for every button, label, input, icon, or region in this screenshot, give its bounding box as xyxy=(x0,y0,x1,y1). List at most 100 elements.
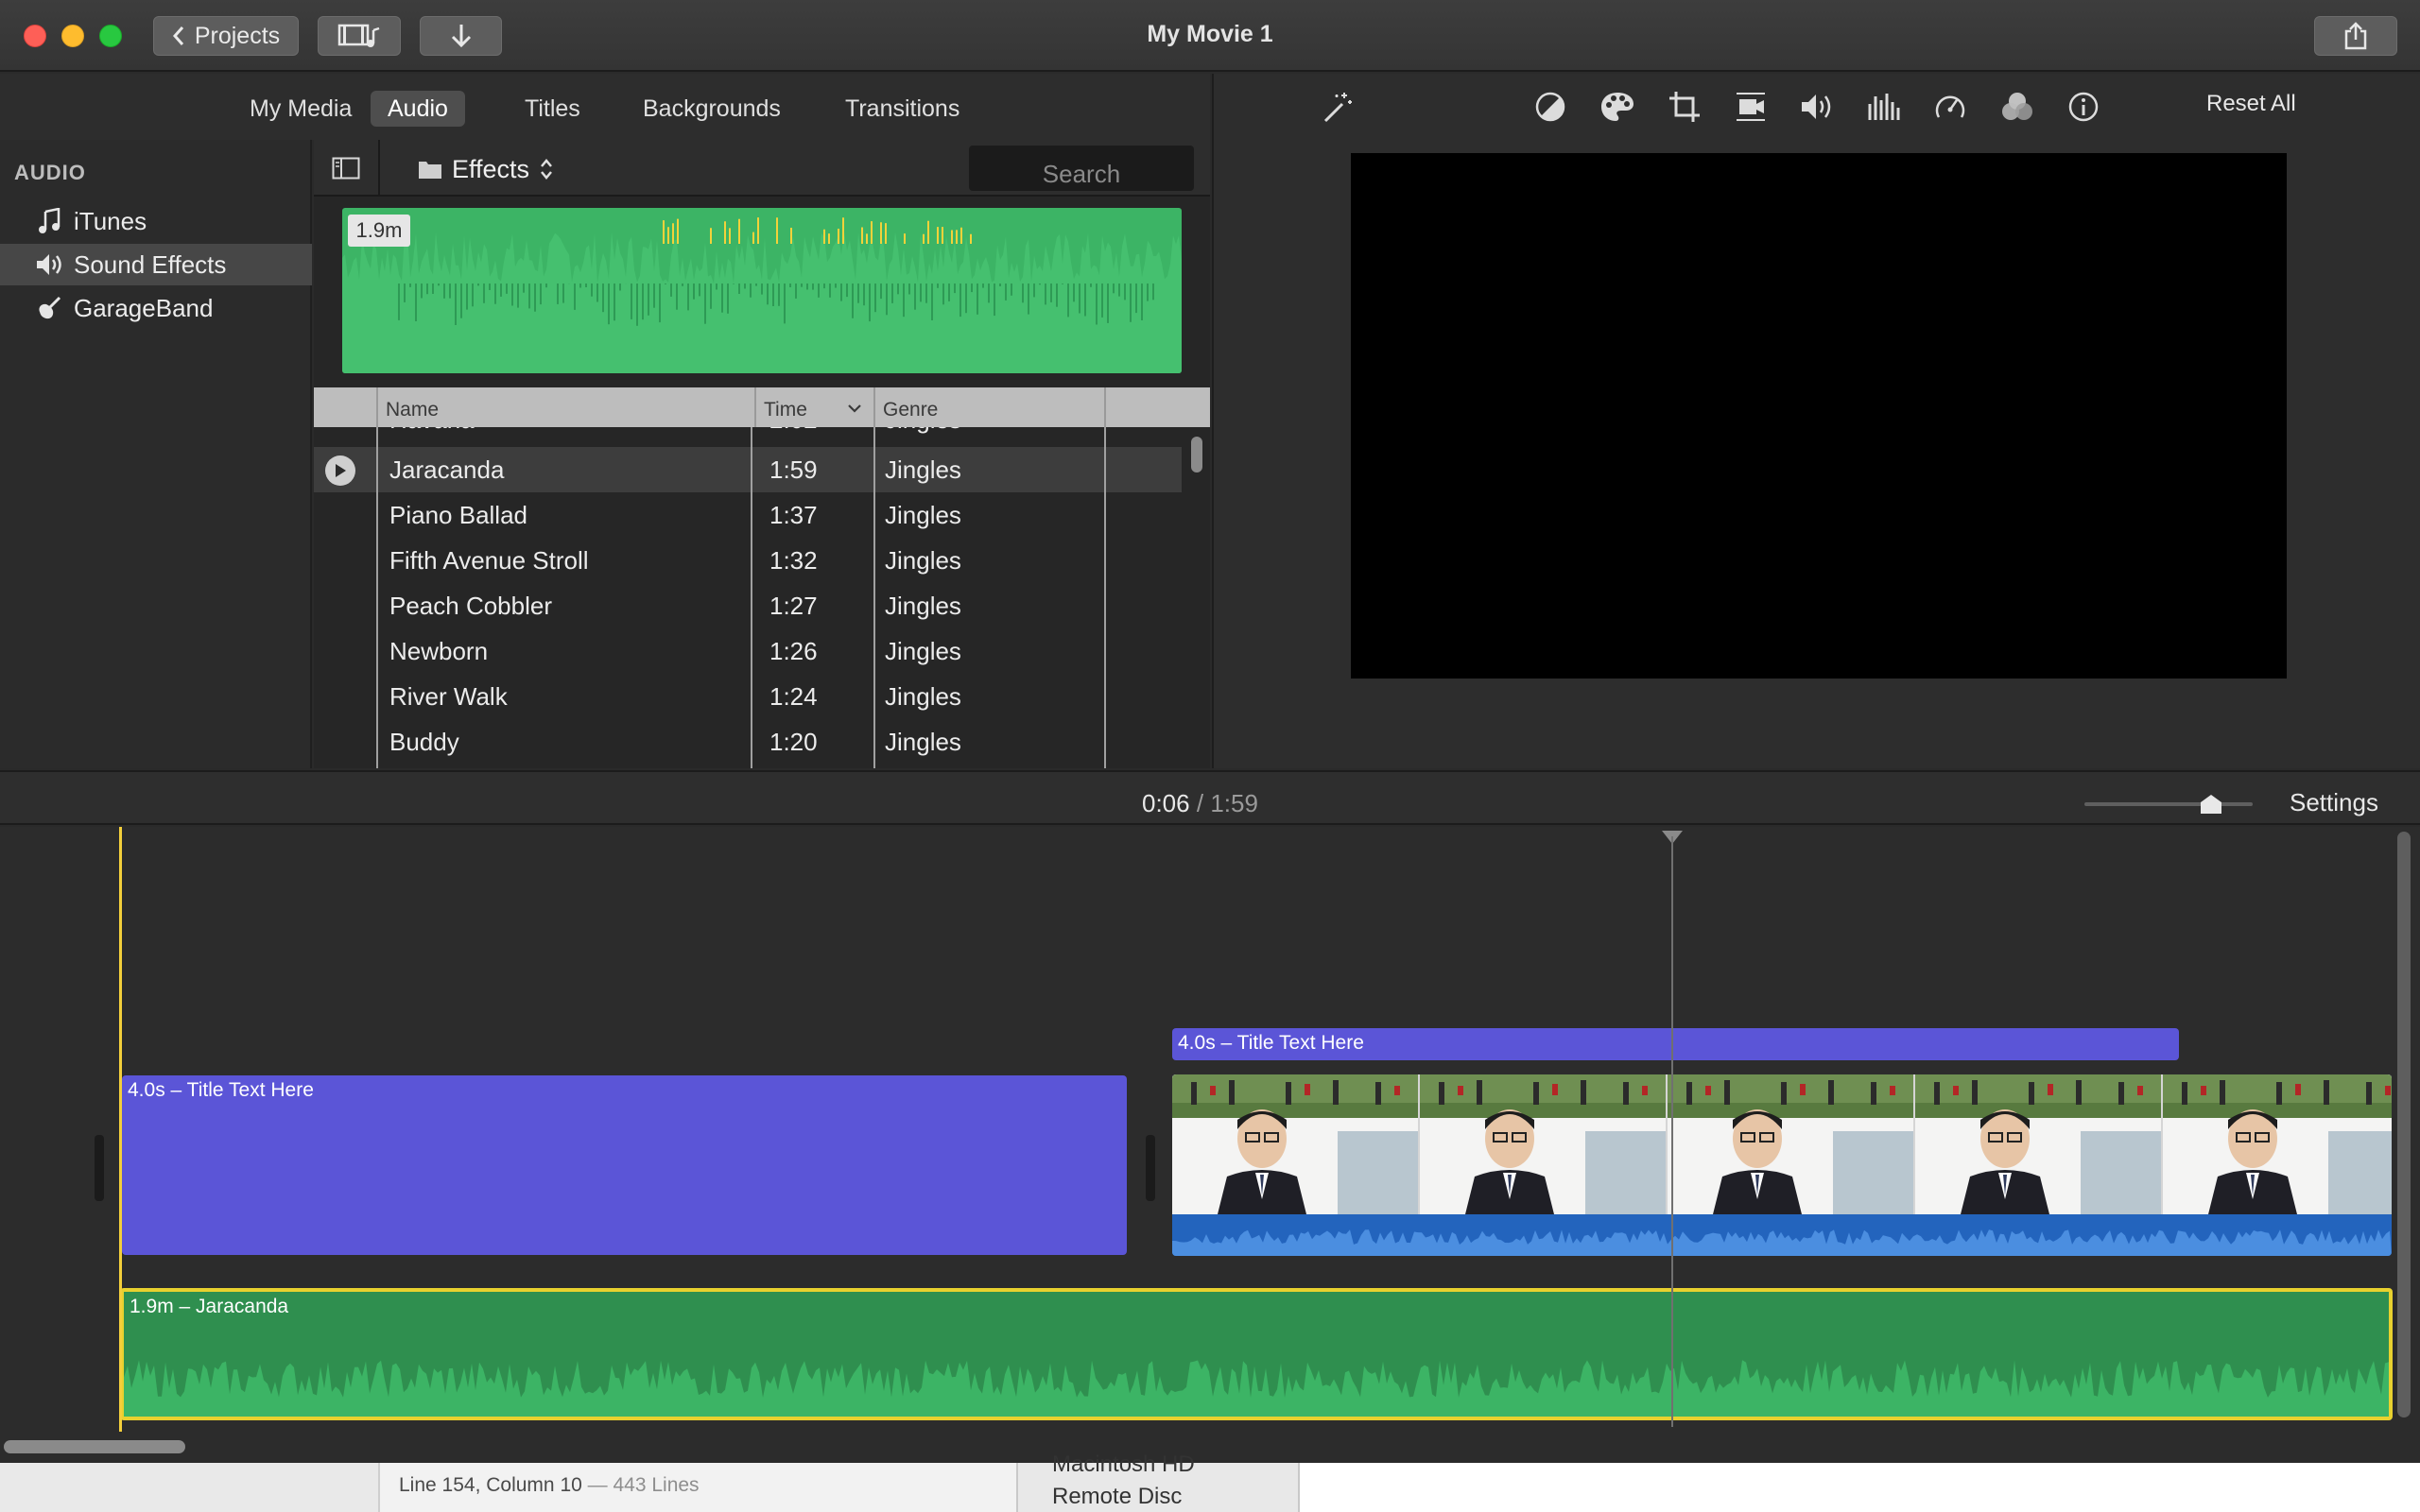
list-item-selected[interactable]: Jaracanda 1:59 Jingles xyxy=(314,447,1182,492)
timecode-separator: / xyxy=(1196,789,1204,817)
title-clip[interactable]: 4.0s – Title Text Here xyxy=(1172,1028,2179,1060)
clip-trim-handle[interactable] xyxy=(95,1135,104,1201)
finder-item-macintosh-hd[interactable]: Macintosh HD xyxy=(1052,1452,1195,1478)
status-line: Line 154, Column 10 xyxy=(399,1474,582,1496)
background-music-clip[interactable]: 1.9m – Jaracanda xyxy=(120,1288,2393,1420)
playhead[interactable] xyxy=(119,827,122,1432)
list-item[interactable]: Peach Cobbler 1:27 Jingles xyxy=(314,583,1182,628)
list-item[interactable]: River Walk 1:24 Jingles xyxy=(314,674,1182,719)
sound-genre: Jingles xyxy=(885,427,961,442)
equalizer-icon xyxy=(1868,94,1900,120)
video-frame-thumbnail xyxy=(1172,1074,1420,1214)
video-clip[interactable] xyxy=(1172,1074,2392,1256)
timeline-horizontal-scrollbar[interactable] xyxy=(4,1440,185,1453)
list-item[interactable]: Buddy 1:20 Jingles xyxy=(314,719,1182,765)
column-header-genre[interactable]: Genre xyxy=(873,387,1100,427)
tab-my-media[interactable]: My Media xyxy=(233,91,369,127)
waveform-fill xyxy=(342,232,1182,373)
adjustment-toolbar: Reset All xyxy=(1214,74,2420,140)
share-button[interactable] xyxy=(2314,16,2397,56)
sidebar-item-sound-effects[interactable]: Sound Effects xyxy=(0,244,312,285)
video-frame-thumbnail xyxy=(1668,1074,1915,1214)
music-note-icon xyxy=(32,208,66,234)
color-correction-button[interactable] xyxy=(1599,89,1635,125)
sidebar-item-garageband[interactable]: GarageBand xyxy=(0,287,312,329)
crop-button[interactable] xyxy=(1667,89,1703,125)
color-palette-icon xyxy=(1601,93,1634,121)
total-time: 1:59 xyxy=(1210,789,1258,817)
timeline-control-bar: 0:06 / 1:59 Settings xyxy=(0,770,2420,825)
sidebar-item-label: GarageBand xyxy=(74,293,214,322)
play-icon xyxy=(336,464,346,477)
tab-transitions[interactable]: Transitions xyxy=(828,91,977,127)
zoom-slider-track[interactable] xyxy=(2084,802,2253,806)
toggle-sidebar-button[interactable] xyxy=(314,140,380,197)
magic-wand-button[interactable] xyxy=(1320,89,1356,125)
zoom-slider-thumb[interactable] xyxy=(2199,793,2223,816)
speed-button[interactable] xyxy=(1932,89,1968,125)
column-divider xyxy=(1104,427,1106,768)
share-icon xyxy=(2344,22,2367,50)
stabilization-button[interactable] xyxy=(1733,89,1769,125)
finder-item-remote-disc[interactable]: Remote Disc xyxy=(1052,1484,1182,1510)
list-item[interactable]: Newborn 1:26 Jingles xyxy=(314,628,1182,674)
timeline-settings-button[interactable]: Settings xyxy=(2290,788,2378,817)
clip-audio-wave xyxy=(1172,1229,2392,1256)
clip-info-button[interactable] xyxy=(2066,89,2101,125)
video-preview-screen[interactable] xyxy=(1351,153,2287,679)
play-preview-button[interactable] xyxy=(325,455,355,486)
background-window: Line 154, Column 10 — 443 Lines Macintos… xyxy=(0,1452,2420,1512)
window-title: My Movie 1 xyxy=(1147,21,1273,47)
column-header-name[interactable]: Name xyxy=(376,387,773,427)
volume-button[interactable] xyxy=(1799,89,1835,125)
tab-backgrounds[interactable]: Backgrounds xyxy=(626,91,798,127)
list-scrollbar[interactable] xyxy=(1191,437,1202,472)
skimmer-line[interactable] xyxy=(1671,836,1673,1427)
sidebar-item-label: iTunes xyxy=(74,206,147,235)
speaker-icon xyxy=(32,251,66,278)
column-divider xyxy=(873,427,875,768)
updown-chevron-icon xyxy=(541,159,553,180)
title-clip-label: 4.0s – Title Text Here xyxy=(128,1079,314,1101)
sidebar-icon xyxy=(332,157,360,180)
column-header-time[interactable]: Time xyxy=(754,387,877,427)
folder-label: Effects xyxy=(452,154,530,183)
status-text: Line 154, Column 10 — 443 Lines xyxy=(399,1474,700,1497)
background-window-left xyxy=(0,1463,378,1512)
column-header-spacer xyxy=(1104,387,1210,427)
sound-time: 1:32 xyxy=(769,546,818,575)
folder-selector[interactable]: Effects xyxy=(418,153,554,185)
tab-audio[interactable]: Audio xyxy=(371,91,465,127)
sound-name: River Walk xyxy=(389,682,508,711)
sound-name: Havana xyxy=(389,427,475,442)
list-item[interactable]: Piano Ballad 1:37 Jingles xyxy=(314,492,1182,538)
search-input[interactable]: Search xyxy=(969,146,1194,191)
clip-trim-handle[interactable] xyxy=(1146,1135,1155,1201)
reset-all-button[interactable]: Reset All xyxy=(2206,91,2296,117)
clip-filter-button[interactable] xyxy=(1999,89,2035,125)
list-item[interactable]: Havana 2:02 Jingles xyxy=(314,427,1182,442)
sound-genre: Jingles xyxy=(885,455,961,484)
sound-time: 2:02 xyxy=(769,427,818,442)
preview-duration-badge: 1.9m xyxy=(348,215,410,247)
music-wave xyxy=(124,1360,2389,1417)
title-clip[interactable]: 4.0s – Title Text Here xyxy=(122,1075,1127,1255)
sidebar-item-itunes[interactable]: iTunes xyxy=(0,200,312,242)
column-header-time-label: Time xyxy=(764,399,807,421)
sidebar-item-label: Sound Effects xyxy=(74,249,227,279)
color-balance-button[interactable] xyxy=(1532,89,1568,125)
column-divider xyxy=(751,427,752,768)
list-item[interactable]: Fifth Avenue Stroll 1:32 Jingles xyxy=(314,538,1182,583)
sound-genre: Jingles xyxy=(885,546,961,575)
sound-name: Newborn xyxy=(389,637,489,665)
audio-preview-waveform[interactable] xyxy=(342,208,1182,373)
equalizer-button[interactable] xyxy=(1865,89,1901,125)
sound-time: 1:59 xyxy=(769,455,818,484)
guitar-icon xyxy=(32,295,66,321)
title-clip-label: 4.0s – Title Text Here xyxy=(1178,1032,1364,1054)
tab-titles[interactable]: Titles xyxy=(508,91,597,127)
magic-wand-icon xyxy=(1323,93,1352,123)
sound-list-header: Name Time Genre xyxy=(314,387,1210,427)
timeline-vertical-scrollbar[interactable] xyxy=(2397,832,2411,1418)
browser-tab-bar: My Media Audio Titles Backgrounds Transi… xyxy=(0,74,1210,140)
